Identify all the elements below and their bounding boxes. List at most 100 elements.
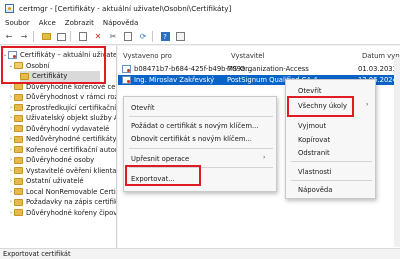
- folder-icon: [14, 125, 23, 133]
- submenu-item-properties[interactable]: Vlastnosti: [298, 166, 331, 177]
- submenu-item-copy[interactable]: Kopírovat: [298, 134, 330, 145]
- tree-item-certifikaty[interactable]: Certifikáty: [20, 71, 100, 82]
- submenu-item-all-tasks[interactable]: Všechny úkoly: [298, 100, 347, 111]
- folder-icon: [14, 198, 23, 206]
- tree-root-label: Certifikáty – aktuální uživatel: [20, 51, 117, 60]
- tree-item-label: Důvěryhodné osoby: [26, 156, 95, 165]
- tree-item[interactable]: › Ostatní uživatelé: [8, 176, 84, 187]
- folder-icon: [14, 146, 23, 154]
- cell-issuer: MS-Organization-Access: [227, 65, 309, 73]
- status-bar: Exportovat certifikát: [0, 248, 400, 259]
- tree-item-label: Certifikáty: [32, 72, 68, 81]
- folder-icon: [14, 114, 23, 122]
- menu-separator: [291, 180, 372, 181]
- cell-issued-to: Ing. Miroslav Zakřevský: [134, 76, 215, 84]
- tree-item[interactable]: › Kořenové certifikační autorit: [8, 145, 116, 156]
- menu-separator: [291, 161, 372, 162]
- tree-item-label: Nedůvěryhodné certifikáty: [26, 135, 117, 144]
- tree-item[interactable]: › Vystavitelé ověření klienta: [8, 166, 116, 177]
- menu-zobrazit[interactable]: Zobrazit: [65, 19, 94, 27]
- tree-item-label: Vystavitelé ověření klienta: [26, 166, 117, 175]
- toolbar: ← → ✕ ✂ ⟳ ?: [0, 29, 400, 45]
- help-icon[interactable]: ?: [159, 31, 171, 43]
- folder-icon: [14, 83, 23, 91]
- tree-item-label: Uživatelský objekt služby A: [26, 114, 117, 123]
- folder-icon: [14, 93, 23, 101]
- tree-item-label: Důvěryhodní vydavatelé: [26, 124, 110, 133]
- folder-icon: [14, 209, 23, 217]
- ctx-item-export[interactable]: Exportovat...: [131, 173, 175, 184]
- tree-item-label: Osobní: [26, 61, 50, 70]
- menu-separator: [129, 148, 273, 149]
- tree-item[interactable]: › Důvěryhodné kořeny čipový: [8, 208, 117, 219]
- back-arrow-icon[interactable]: ←: [3, 31, 15, 43]
- toolbar-separator: [152, 31, 153, 42]
- ctx-item-open[interactable]: Otevřít: [131, 102, 155, 113]
- submenu-arrow-icon: ›: [263, 154, 266, 161]
- menu-bar: Soubor Akce Zobrazit Nápověda: [0, 17, 400, 29]
- submenu: Otevřít Všechny úkoly › Vyjmout Kopírova…: [285, 79, 376, 199]
- tree-item-label: Důvěryhodnost v rámci rozlef: [26, 93, 117, 102]
- certificate-icon: [122, 65, 131, 73]
- forward-arrow-icon[interactable]: →: [18, 31, 30, 43]
- tree-item[interactable]: › Zprostředkující certifikační: [8, 103, 116, 114]
- folder-icon: [14, 135, 23, 143]
- tree-item[interactable]: ›Local NonRemovable Certifica: [8, 187, 116, 198]
- toolbar-separator: [70, 31, 71, 42]
- window-title: certmgr - [Certifikáty - aktuální uživat…: [19, 4, 232, 13]
- copy-icon[interactable]: [77, 31, 89, 43]
- folder-icon: [14, 156, 23, 164]
- tree-item[interactable]: › Nedůvěryhodné certifikáty: [8, 134, 117, 145]
- tree-item-label: Důvěryhodné kořenové certifi: [26, 82, 117, 91]
- ctx-item-request-new-key[interactable]: Požádat o certifikát s novým klíčem...: [131, 120, 258, 131]
- refresh-icon[interactable]: ⟳: [137, 31, 149, 43]
- column-header-issuer[interactable]: Vystavitel: [231, 52, 265, 63]
- tree-item[interactable]: › Požadavky na zápis certifikát: [8, 197, 117, 208]
- status-text: Exportovat certifikát: [3, 250, 71, 258]
- menu-akce[interactable]: Akce: [39, 19, 56, 27]
- submenu-item-help[interactable]: Nápověda: [298, 184, 332, 195]
- show-tree-icon[interactable]: [55, 31, 67, 43]
- folder-icon: [14, 177, 23, 185]
- ctx-item-renew-new-key[interactable]: Obnovit certifikát s novým klíčem...: [131, 133, 252, 144]
- delete-icon[interactable]: ✕: [92, 31, 104, 43]
- submenu-item-delete[interactable]: Odstranit: [298, 147, 330, 158]
- tree-item-label: Důvěryhodné kořeny čipový: [26, 208, 117, 217]
- certmgr-app-icon: [5, 4, 14, 13]
- tree-item[interactable]: › Důvěryhodné kořenové certifi: [8, 82, 117, 93]
- vertical-scrollbar[interactable]: [394, 57, 400, 247]
- tree-item-osobni[interactable]: ⌄ Osobní: [8, 61, 50, 72]
- folder-icon: [14, 104, 23, 112]
- menu-napoveda[interactable]: Nápověda: [103, 19, 138, 27]
- tree-pane: ⌄ Certifikáty – aktuální uživatel ⌄ Osob…: [0, 46, 117, 248]
- tree-item-label: Požadavky na zápis certifikát: [26, 198, 117, 207]
- submenu-item-cut[interactable]: Vyjmout: [298, 120, 326, 131]
- export-list-icon[interactable]: [122, 31, 134, 43]
- certificate-icon: [122, 76, 131, 84]
- tree-item-label: Ostatní uživatelé: [26, 177, 84, 186]
- cut-icon[interactable]: ✂: [107, 31, 119, 43]
- folder-open-icon: [14, 62, 23, 70]
- toolbar-separator: [33, 31, 34, 42]
- menu-separator: [129, 116, 273, 117]
- tree-root[interactable]: ⌄ Certifikáty – aktuální uživatel: [2, 50, 117, 61]
- column-header-issued-to[interactable]: Vystaveno pro: [123, 52, 172, 63]
- folder-icon: [14, 167, 23, 175]
- tree-item[interactable]: › Důvěryhodnost v rámci rozlef: [8, 92, 117, 103]
- ctx-item-advanced-operations[interactable]: Upřesnit operace: [131, 153, 189, 164]
- submenu-arrow-icon: ›: [366, 101, 369, 108]
- cell-expires: 01.03.2033: [358, 65, 397, 73]
- certificate-store-icon: [8, 51, 17, 60]
- properties-icon[interactable]: [174, 31, 186, 43]
- folder-up-icon[interactable]: [40, 31, 52, 43]
- tree-item[interactable]: › Důvěryhodní vydavatelé: [8, 124, 109, 135]
- tree-item[interactable]: › Důvěryhodné osoby: [8, 155, 94, 166]
- tree-item[interactable]: › Uživatelský objekt služby A: [8, 113, 117, 124]
- menu-separator: [129, 167, 273, 168]
- submenu-item-open[interactable]: Otevřít: [298, 85, 322, 96]
- folder-icon: [20, 72, 29, 80]
- context-menu: Otevřít Požádat o certifikát s novým klí…: [123, 96, 277, 192]
- table-row[interactable]: b08471b7-b684-425f-b49b-709a... MS-Organ…: [118, 64, 400, 74]
- menu-soubor[interactable]: Soubor: [5, 19, 30, 27]
- title-bar: certmgr - [Certifikáty - aktuální uživat…: [0, 0, 400, 17]
